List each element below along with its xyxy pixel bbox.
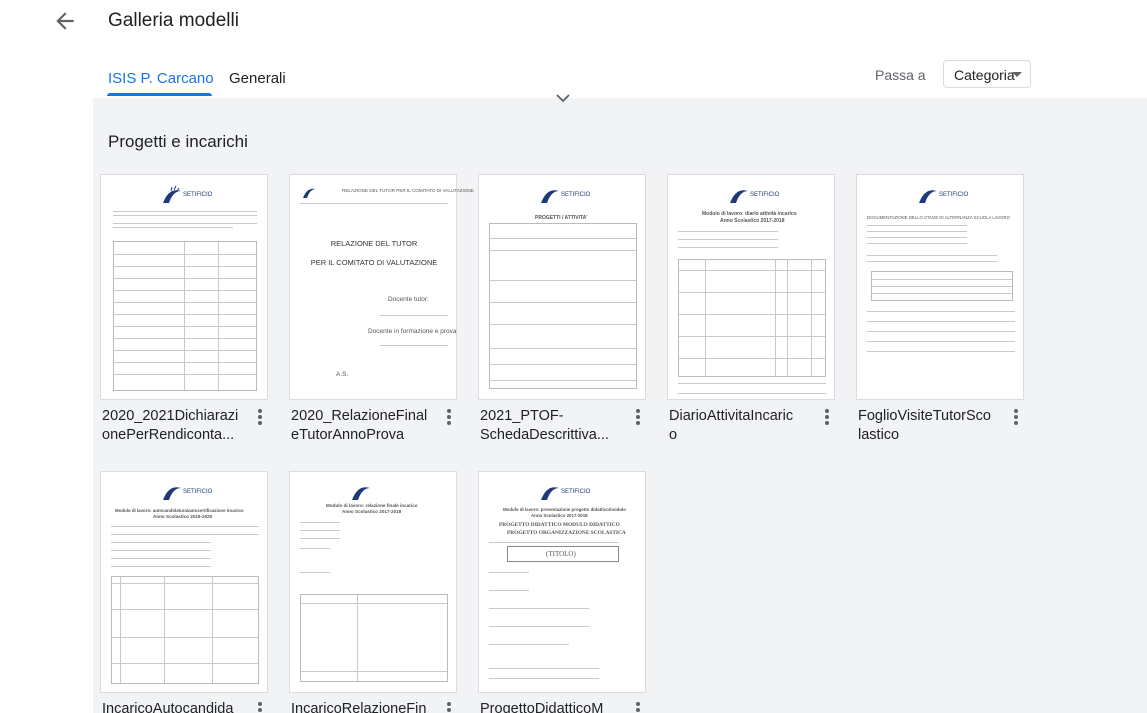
document-title: Modulo di lavoro: relazione finale incar… xyxy=(326,503,418,508)
tab-bar: ISIS P. Carcano Generali Passa a Categor… xyxy=(0,60,1147,98)
document-subtitle: Anno Scolastico 2017-2018 xyxy=(342,509,402,514)
document-title: RELAZIONE DEL TUTOR xyxy=(330,239,418,248)
document-title: PROGETTI / ATTIVITA' xyxy=(535,215,588,221)
document-table xyxy=(678,259,826,377)
document-title: Modulo di lavoro: presentazione progetto… xyxy=(503,507,626,512)
back-arrow-icon[interactable] xyxy=(52,8,78,34)
more-options-icon[interactable] xyxy=(632,407,644,429)
template-name[interactable]: 2020_RelazioneFinal eTutorAnnoProva xyxy=(291,407,441,445)
document-title: Modulo di lavoro: diario attività incari… xyxy=(702,211,797,217)
template-card[interactable]: SETIFICIO PROGETTI / ATTIVITA' xyxy=(478,174,646,400)
more-options-icon[interactable] xyxy=(254,407,266,429)
school-logo-icon xyxy=(303,188,316,198)
document-subtitle: Anno Scolastico 2019-2020 xyxy=(153,514,213,519)
template-name[interactable]: IncaricoAutocandida xyxy=(102,700,252,713)
category-select[interactable]: Categoria xyxy=(943,60,1031,88)
more-options-icon[interactable] xyxy=(254,700,266,713)
school-logo-icon xyxy=(352,487,370,500)
document-heading: PROGETTO DIDATTICO MODULO DIDATTICO xyxy=(499,522,620,528)
template-name[interactable]: 2021_PTOF- SchedaDescrittiva... xyxy=(480,407,630,445)
school-year-label: A.S. xyxy=(336,371,349,378)
document-heading: PROGETTO ORGANIZZAZIONE SCOLASTICA xyxy=(507,530,626,536)
template-card[interactable]: SETIFICIO Modulo di lavoro: presentazion… xyxy=(478,471,646,693)
document-table xyxy=(113,241,257,391)
more-options-icon[interactable] xyxy=(443,407,455,429)
logo-text: SETIFICIO xyxy=(183,489,213,495)
signature-label: Docente in formazione e prova xyxy=(368,328,457,335)
title-placeholder: (TITOLO) xyxy=(546,550,576,558)
top-bar: Galleria modelli xyxy=(0,0,1147,44)
template-name[interactable]: IncaricoRelazioneFin xyxy=(291,700,441,713)
jump-label: Passa a xyxy=(875,67,926,83)
document-title: DOCUMENTAZIONE DELLO STAGE DI ALTERNANZA… xyxy=(867,215,1010,220)
template-name[interactable]: 2020_2021Dichiarazi onePerRendiconta... xyxy=(102,407,252,445)
more-options-icon[interactable] xyxy=(821,407,833,429)
signature-label: Docente tutor: xyxy=(388,296,429,303)
section-title: Progetti e incarichi xyxy=(108,132,248,151)
template-card[interactable]: RELAZIONE DEL TUTOR PER IL COMITATO DI V… xyxy=(289,174,474,400)
document-subtitle: Anno Scolastico 2017-2018 xyxy=(531,513,588,518)
document-subtitle: PER IL COMITATO DI VALUTAZIONE xyxy=(310,258,438,267)
logo-text: SETIFICIO xyxy=(183,192,213,198)
logo-text: SETIFICIO xyxy=(561,489,591,495)
template-name[interactable]: DiarioAttivitaIncaric o xyxy=(669,407,819,445)
template-card[interactable]: SETIFICIO Modulo di lavoro: diario attiv… xyxy=(667,174,835,400)
more-options-icon[interactable] xyxy=(443,700,455,713)
page-title: Galleria modelli xyxy=(108,10,239,31)
template-card[interactable]: Modulo di lavoro: relazione finale incar… xyxy=(289,471,457,693)
document-table xyxy=(111,576,259,684)
document-subtitle: Anno Scolastico 2017-2018 xyxy=(720,218,785,224)
logo-text: SETIFICIO xyxy=(750,192,780,198)
template-name[interactable]: FoglioVisiteTutorSco lastico xyxy=(858,407,1008,445)
more-options-icon[interactable] xyxy=(632,700,644,713)
category-select-value: Categoria xyxy=(954,67,1015,83)
template-name[interactable]: ProgettoDidatticoM xyxy=(480,700,630,713)
title-box: (TITOLO) xyxy=(507,546,619,562)
logo-text: SETIFICIO xyxy=(561,192,591,198)
template-card[interactable]: SETIFICIO DOCUMENTAZIONE DELLO STAGE DI … xyxy=(856,174,1024,400)
dropdown-caret-icon xyxy=(1012,72,1022,77)
more-options-icon[interactable] xyxy=(1010,407,1022,429)
document-table xyxy=(300,594,448,682)
document-table xyxy=(871,271,1013,301)
template-card[interactable]: SETIFICIO xyxy=(100,174,268,400)
chevron-down-icon[interactable] xyxy=(555,92,571,104)
document-table xyxy=(489,223,637,389)
document-title: Modulo di lavoro: autocandidatura/autoce… xyxy=(115,508,244,513)
document-header: RELAZIONE DEL TUTOR PER IL COMITATO DI V… xyxy=(342,188,474,193)
template-card[interactable]: SETIFICIO Modulo di lavoro: autocandidat… xyxy=(100,471,268,693)
jump-controls: Passa a Categoria xyxy=(0,60,1147,98)
logo-text: SETIFICIO xyxy=(939,192,969,198)
